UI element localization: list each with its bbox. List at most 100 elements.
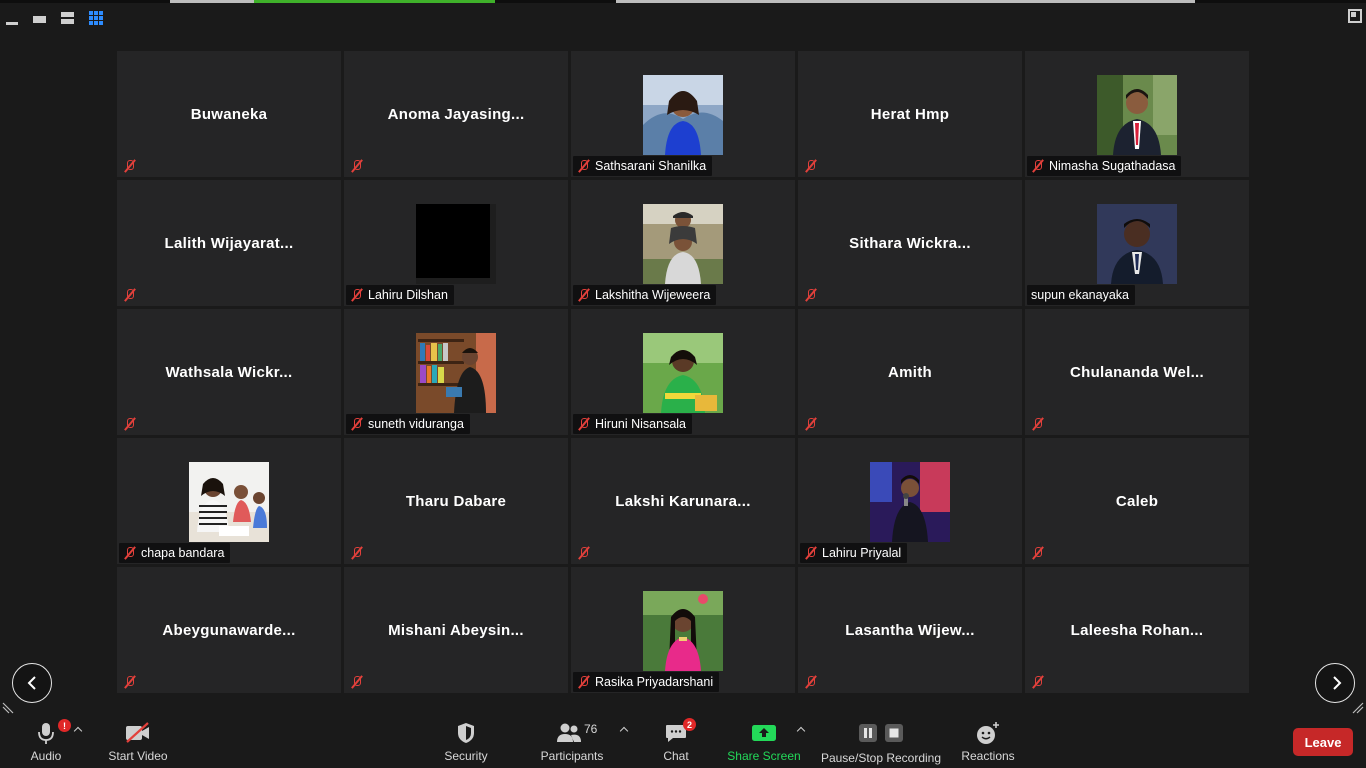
participant-photo bbox=[416, 204, 496, 284]
gallery-view-icon[interactable] bbox=[88, 10, 104, 26]
participant-display-name: Mishani Abeysin... bbox=[388, 622, 524, 639]
chat-unread-badge: 2 bbox=[683, 718, 696, 731]
stop-icon[interactable] bbox=[884, 723, 904, 743]
fullscreen-icon[interactable] bbox=[1348, 9, 1362, 23]
leave-button[interactable]: Leave bbox=[1293, 728, 1353, 756]
top-strip-segment bbox=[170, 0, 254, 3]
participant-name-tag: Lahiru Dilshan bbox=[346, 285, 454, 305]
participants-button[interactable]: 76 Participants bbox=[538, 717, 606, 768]
audio-warning-badge: ! bbox=[58, 719, 71, 732]
participant-tile[interactable]: Anoma Jayasing... bbox=[344, 51, 568, 177]
participant-tile[interactable]: Lahiru Priyalal bbox=[798, 438, 1022, 564]
participant-name-tag: Lakshitha Wijeweera bbox=[573, 285, 717, 305]
participant-name-tag: Hiruni Nisansala bbox=[573, 414, 693, 434]
participant-tile[interactable]: Laleesha Rohan... bbox=[1025, 567, 1249, 693]
split-view-icon[interactable] bbox=[60, 10, 76, 26]
participant-name-tag: chapa bandara bbox=[119, 543, 231, 563]
participant-name-label: suneth viduranga bbox=[368, 417, 464, 431]
mic-muted-icon bbox=[123, 675, 137, 689]
participant-display-name: Chulananda Wel... bbox=[1069, 364, 1204, 381]
audio-options-caret[interactable] bbox=[73, 725, 83, 735]
previous-page-button[interactable] bbox=[12, 663, 52, 703]
participant-name-label: supun ekanayaka bbox=[1031, 288, 1129, 302]
participant-name-label: Lahiru Priyalal bbox=[822, 546, 902, 560]
resize-grip-icon[interactable] bbox=[1352, 702, 1364, 714]
participant-name-tag bbox=[119, 156, 143, 176]
reactions-button[interactable]: Reactions bbox=[958, 717, 1018, 768]
participant-tile[interactable]: chapa bandara bbox=[117, 438, 341, 564]
participant-photo bbox=[1097, 75, 1177, 155]
start-video-button[interactable]: Start Video bbox=[104, 717, 172, 768]
participant-tile[interactable]: Herat Hmp bbox=[798, 51, 1022, 177]
participant-tile[interactable]: Rasika Priyadarshani bbox=[571, 567, 795, 693]
participant-tile[interactable]: Chulananda Wel... bbox=[1025, 309, 1249, 435]
participant-tile[interactable]: Lahiru Dilshan bbox=[344, 180, 568, 306]
participant-name-tag bbox=[1027, 543, 1051, 563]
mic-muted-icon bbox=[123, 417, 137, 431]
participant-name-label: Nimasha Sugathadasa bbox=[1049, 159, 1176, 173]
share-screen-label: Share Screen bbox=[727, 749, 801, 763]
participant-name-tag: Nimasha Sugathadasa bbox=[1027, 156, 1182, 176]
participant-tile[interactable]: Tharu Dabare bbox=[344, 438, 568, 564]
participant-tile[interactable]: Buwaneka bbox=[117, 51, 341, 177]
participant-tile[interactable]: Lakshitha Wijeweera bbox=[571, 180, 795, 306]
mic-muted-icon bbox=[577, 417, 591, 431]
participant-tile[interactable]: Amith bbox=[798, 309, 1022, 435]
mic-muted-icon bbox=[350, 546, 364, 560]
participant-display-name: Caleb bbox=[1115, 493, 1159, 510]
participant-tile[interactable]: Mishani Abeysin... bbox=[344, 567, 568, 693]
audio-button[interactable]: ! Audio bbox=[22, 717, 71, 768]
minimize-view-icon[interactable] bbox=[4, 10, 20, 26]
participant-tile[interactable]: Lalith Wijayarat... bbox=[117, 180, 341, 306]
participant-photo bbox=[643, 204, 723, 284]
mic-muted-icon bbox=[577, 288, 591, 302]
shield-icon bbox=[455, 717, 477, 749]
mic-muted-icon bbox=[350, 675, 364, 689]
speaker-view-icon[interactable] bbox=[32, 10, 48, 26]
participant-photo bbox=[643, 333, 723, 413]
participants-options-caret[interactable] bbox=[619, 725, 629, 735]
chat-bubble-icon: 2 bbox=[664, 717, 696, 749]
participant-tile[interactable]: Abeygunawarde... bbox=[117, 567, 341, 693]
participant-count: 76 bbox=[584, 722, 598, 736]
participant-tile[interactable]: Hiruni Nisansala bbox=[571, 309, 795, 435]
participant-name-tag: suneth viduranga bbox=[346, 414, 470, 434]
participant-name-tag bbox=[800, 414, 824, 434]
share-screen-button[interactable]: Share Screen bbox=[727, 717, 801, 768]
mic-muted-icon bbox=[804, 288, 818, 302]
security-button[interactable]: Security bbox=[440, 717, 492, 768]
mic-muted-icon bbox=[804, 159, 818, 173]
participant-name-tag bbox=[119, 672, 143, 692]
participant-tile[interactable]: Nimasha Sugathadasa bbox=[1025, 51, 1249, 177]
share-options-caret[interactable] bbox=[796, 725, 806, 735]
participant-tile[interactable]: Sathsarani Shanilka bbox=[571, 51, 795, 177]
participants-label: Participants bbox=[540, 749, 604, 763]
participant-name-label: Lakshitha Wijeweera bbox=[595, 288, 711, 302]
participant-tile[interactable]: Lasantha Wijew... bbox=[798, 567, 1022, 693]
reactions-label: Reactions bbox=[961, 749, 1015, 763]
mic-muted-icon bbox=[804, 417, 818, 431]
window-top-edge bbox=[0, 0, 1366, 3]
next-page-button[interactable] bbox=[1315, 663, 1355, 703]
participant-tile[interactable]: Wathsala Wickr... bbox=[117, 309, 341, 435]
participant-tile[interactable]: Caleb bbox=[1025, 438, 1249, 564]
participant-tile[interactable]: Sithara Wickra... bbox=[798, 180, 1022, 306]
participant-display-name: Wathsala Wickr... bbox=[165, 364, 293, 381]
participant-name-tag bbox=[800, 156, 824, 176]
participant-display-name: Tharu Dabare bbox=[405, 493, 507, 510]
participant-name-label: chapa bandara bbox=[141, 546, 225, 560]
audio-label: Audio bbox=[30, 749, 62, 763]
video-off-icon bbox=[124, 717, 152, 749]
participant-tile[interactable]: supun ekanayaka bbox=[1025, 180, 1249, 306]
participant-name-tag: Sathsarani Shanilka bbox=[573, 156, 713, 176]
participant-tile[interactable]: suneth viduranga bbox=[344, 309, 568, 435]
pause-stop-recording-button[interactable]: Pause/Stop Recording bbox=[820, 717, 942, 768]
pause-icon[interactable] bbox=[858, 723, 878, 743]
participant-name-tag bbox=[1027, 672, 1051, 692]
participant-tile[interactable]: Lakshi Karunara... bbox=[571, 438, 795, 564]
gallery-grid: Buwaneka Anoma Jayasing... Sathsarani Shan… bbox=[117, 51, 1251, 696]
resize-grip-icon[interactable] bbox=[2, 702, 14, 714]
participant-photo bbox=[416, 333, 496, 413]
chat-button[interactable]: 2 Chat bbox=[660, 717, 696, 768]
mic-muted-icon bbox=[1031, 159, 1045, 173]
